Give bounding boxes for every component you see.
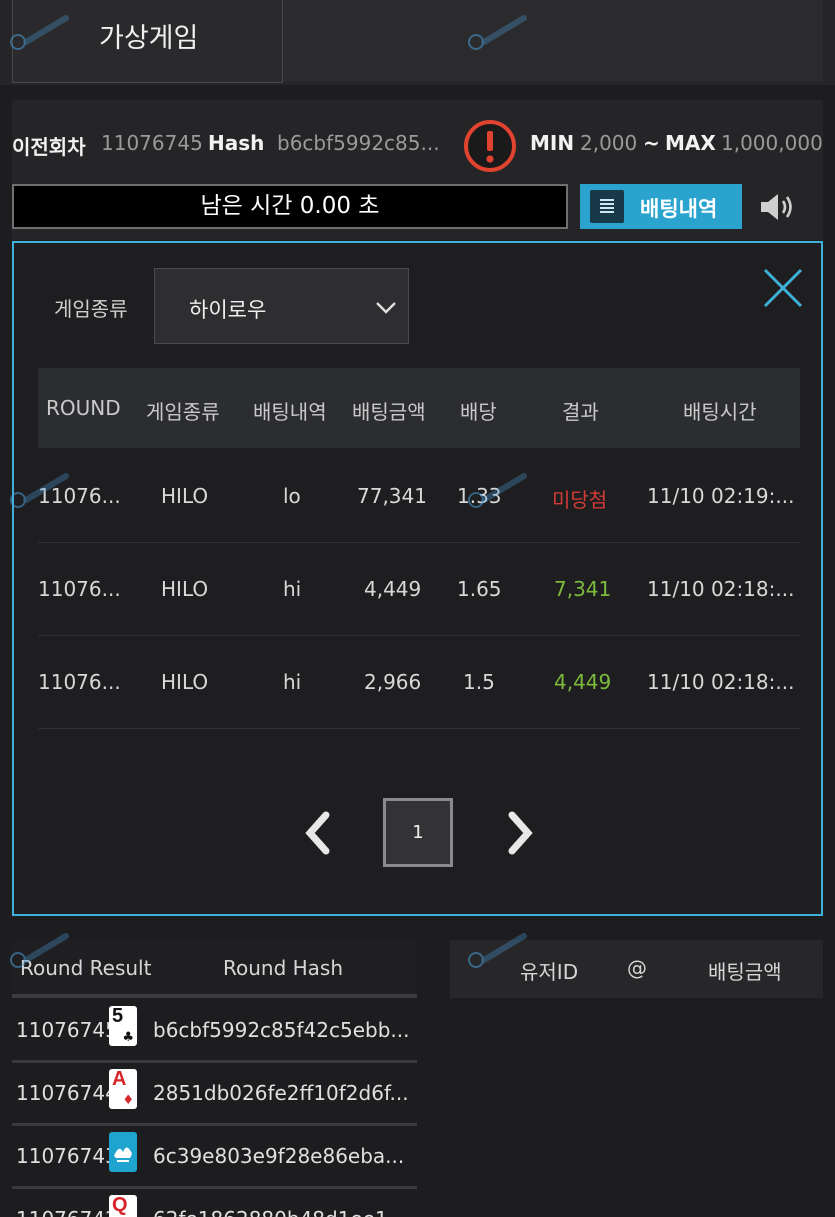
watermark-logo (468, 15, 527, 50)
prev-round-value: 11076745 (101, 131, 203, 155)
list-item: 11076744 A ♦ 2851db026fe2ff10f2d6f... (12, 1063, 417, 1126)
watermark-logo (468, 933, 527, 968)
table-row: 11076... HILO hi 2,966 1.5 4,449 11/10 0… (38, 636, 800, 729)
cell-result: 미당첨 (552, 488, 608, 512)
watermark-logo (468, 473, 527, 508)
game-type-select[interactable]: 하이로우 (154, 268, 409, 344)
round-hash: b6cbf5992c85f42c5ebb... (153, 1018, 410, 1042)
round-hash: 6c39e803e9f28e86eba... (153, 1144, 405, 1168)
cell-bet: hi (283, 577, 302, 601)
cell-time: 11/10 02:18:... (647, 577, 795, 601)
bet-table-header: ROUND 게임종류 배팅내역 배팅금액 배당 결과 배팅시간 (38, 368, 800, 448)
round-id: 11076742 (16, 1207, 110, 1217)
chevron-right-icon[interactable] (500, 809, 540, 857)
col-amount: 배팅금액 (352, 400, 426, 424)
range-tilde: ~ (643, 131, 660, 155)
joker-card-icon (109, 1132, 137, 1172)
col-bet-amount: 배팅금액 (708, 960, 782, 984)
col-game-type: 게임종류 (146, 400, 220, 424)
card-suit: ♦ (122, 1093, 134, 1108)
bet-history-panel: 게임종류 하이로우 ROUND 게임종류 배팅내역 배팅금액 배당 결과 배팅시… (12, 241, 823, 916)
cell-game: HILO (161, 484, 209, 508)
hash-value: b6cbf5992c85... (277, 131, 440, 155)
cell-game: HILO (161, 670, 209, 694)
max-value: 1,000,000 (721, 131, 823, 155)
col-odds: 배당 (460, 400, 497, 424)
chevron-down-icon (376, 302, 396, 314)
list-item: 11076745 5 ♣ b6cbf5992c85f42c5ebb... (12, 1000, 417, 1063)
col-round: ROUND (46, 396, 121, 420)
tab-label: 가상게임 (99, 23, 199, 54)
watermark-logo (10, 15, 69, 50)
col-bet: 배팅내역 (253, 400, 327, 424)
round-id: 11076745 (16, 1018, 110, 1042)
watermark-logo (10, 933, 69, 968)
pagination: 1 (14, 795, 821, 867)
list-item: 11076743 6c39e803e9f28e86eba... (12, 1126, 417, 1189)
card-rank: Q (112, 1194, 128, 1216)
countdown-timer: 남은 시간 0.00 초 (12, 184, 568, 229)
alert-icon[interactable] (462, 118, 518, 174)
round-hash: 2851db026fe2ff10f2d6f... (153, 1081, 409, 1105)
list-item: 11076742 Q 62fe1862880b48d1ee1... (12, 1189, 417, 1217)
cell-result: 4,449 (554, 670, 612, 694)
max-label: MAX (665, 131, 716, 155)
cell-odds: 1.5 (463, 670, 495, 694)
card-icon: 5 ♣ (109, 1005, 137, 1046)
cell-round: 11076... (38, 670, 121, 694)
cell-amount: 4,449 (364, 577, 422, 601)
cell-time: 11/10 02:19:... (647, 484, 795, 508)
card-icon: Q (109, 1194, 137, 1217)
speaker-icon[interactable] (758, 190, 798, 224)
game-type-selected: 하이로우 (189, 298, 267, 322)
card-icon: A ♦ (109, 1068, 137, 1109)
round-info-row: 이전회차 11076745 Hash b6cbf5992c85... MIN 2… (12, 126, 835, 162)
cell-amount: 2,966 (364, 670, 422, 694)
cell-odds: 1.65 (457, 577, 502, 601)
min-value: 2,000 (580, 131, 638, 155)
page-number-button[interactable]: 1 (383, 798, 453, 867)
table-row: 11076... HILO lo 77,341 1.33 미당첨 11/10 0… (38, 450, 800, 543)
watermark-logo (10, 473, 69, 508)
cell-bet: lo (283, 484, 301, 508)
cell-result: 7,341 (554, 577, 612, 601)
cell-time: 11/10 02:18:... (647, 670, 795, 694)
col-round-hash: Round Hash (223, 956, 344, 980)
cell-amount: 77,341 (357, 484, 427, 508)
round-id: 11076744 (16, 1081, 110, 1105)
hash-label: Hash (208, 131, 265, 155)
bet-history-button[interactable]: 배팅내역 (580, 184, 742, 229)
col-at: @ (627, 956, 647, 980)
cell-game: HILO (161, 577, 209, 601)
cell-round: 11076... (38, 577, 121, 601)
bet-history-label: 배팅내역 (640, 197, 718, 221)
col-time: 배팅시간 (683, 400, 757, 424)
top-bar: 가상게임 (0, 0, 835, 85)
card-rank: 5 (112, 1005, 124, 1027)
round-id: 11076743 (16, 1144, 110, 1168)
cell-bet: hi (283, 670, 302, 694)
close-icon[interactable] (760, 265, 806, 311)
list-icon (590, 190, 624, 223)
prev-round-label: 이전회차 (12, 135, 86, 159)
col-result: 결과 (562, 400, 599, 424)
round-hash: 62fe1862880b48d1ee1... (153, 1207, 417, 1217)
chevron-left-icon[interactable] (298, 809, 338, 857)
card-suit: ♣ (122, 1030, 134, 1045)
card-rank: A (112, 1068, 127, 1090)
game-type-label: 게임종류 (54, 297, 128, 321)
table-row: 11076... HILO hi 4,449 1.65 7,341 11/10 … (38, 543, 800, 636)
min-label: MIN (530, 131, 575, 155)
